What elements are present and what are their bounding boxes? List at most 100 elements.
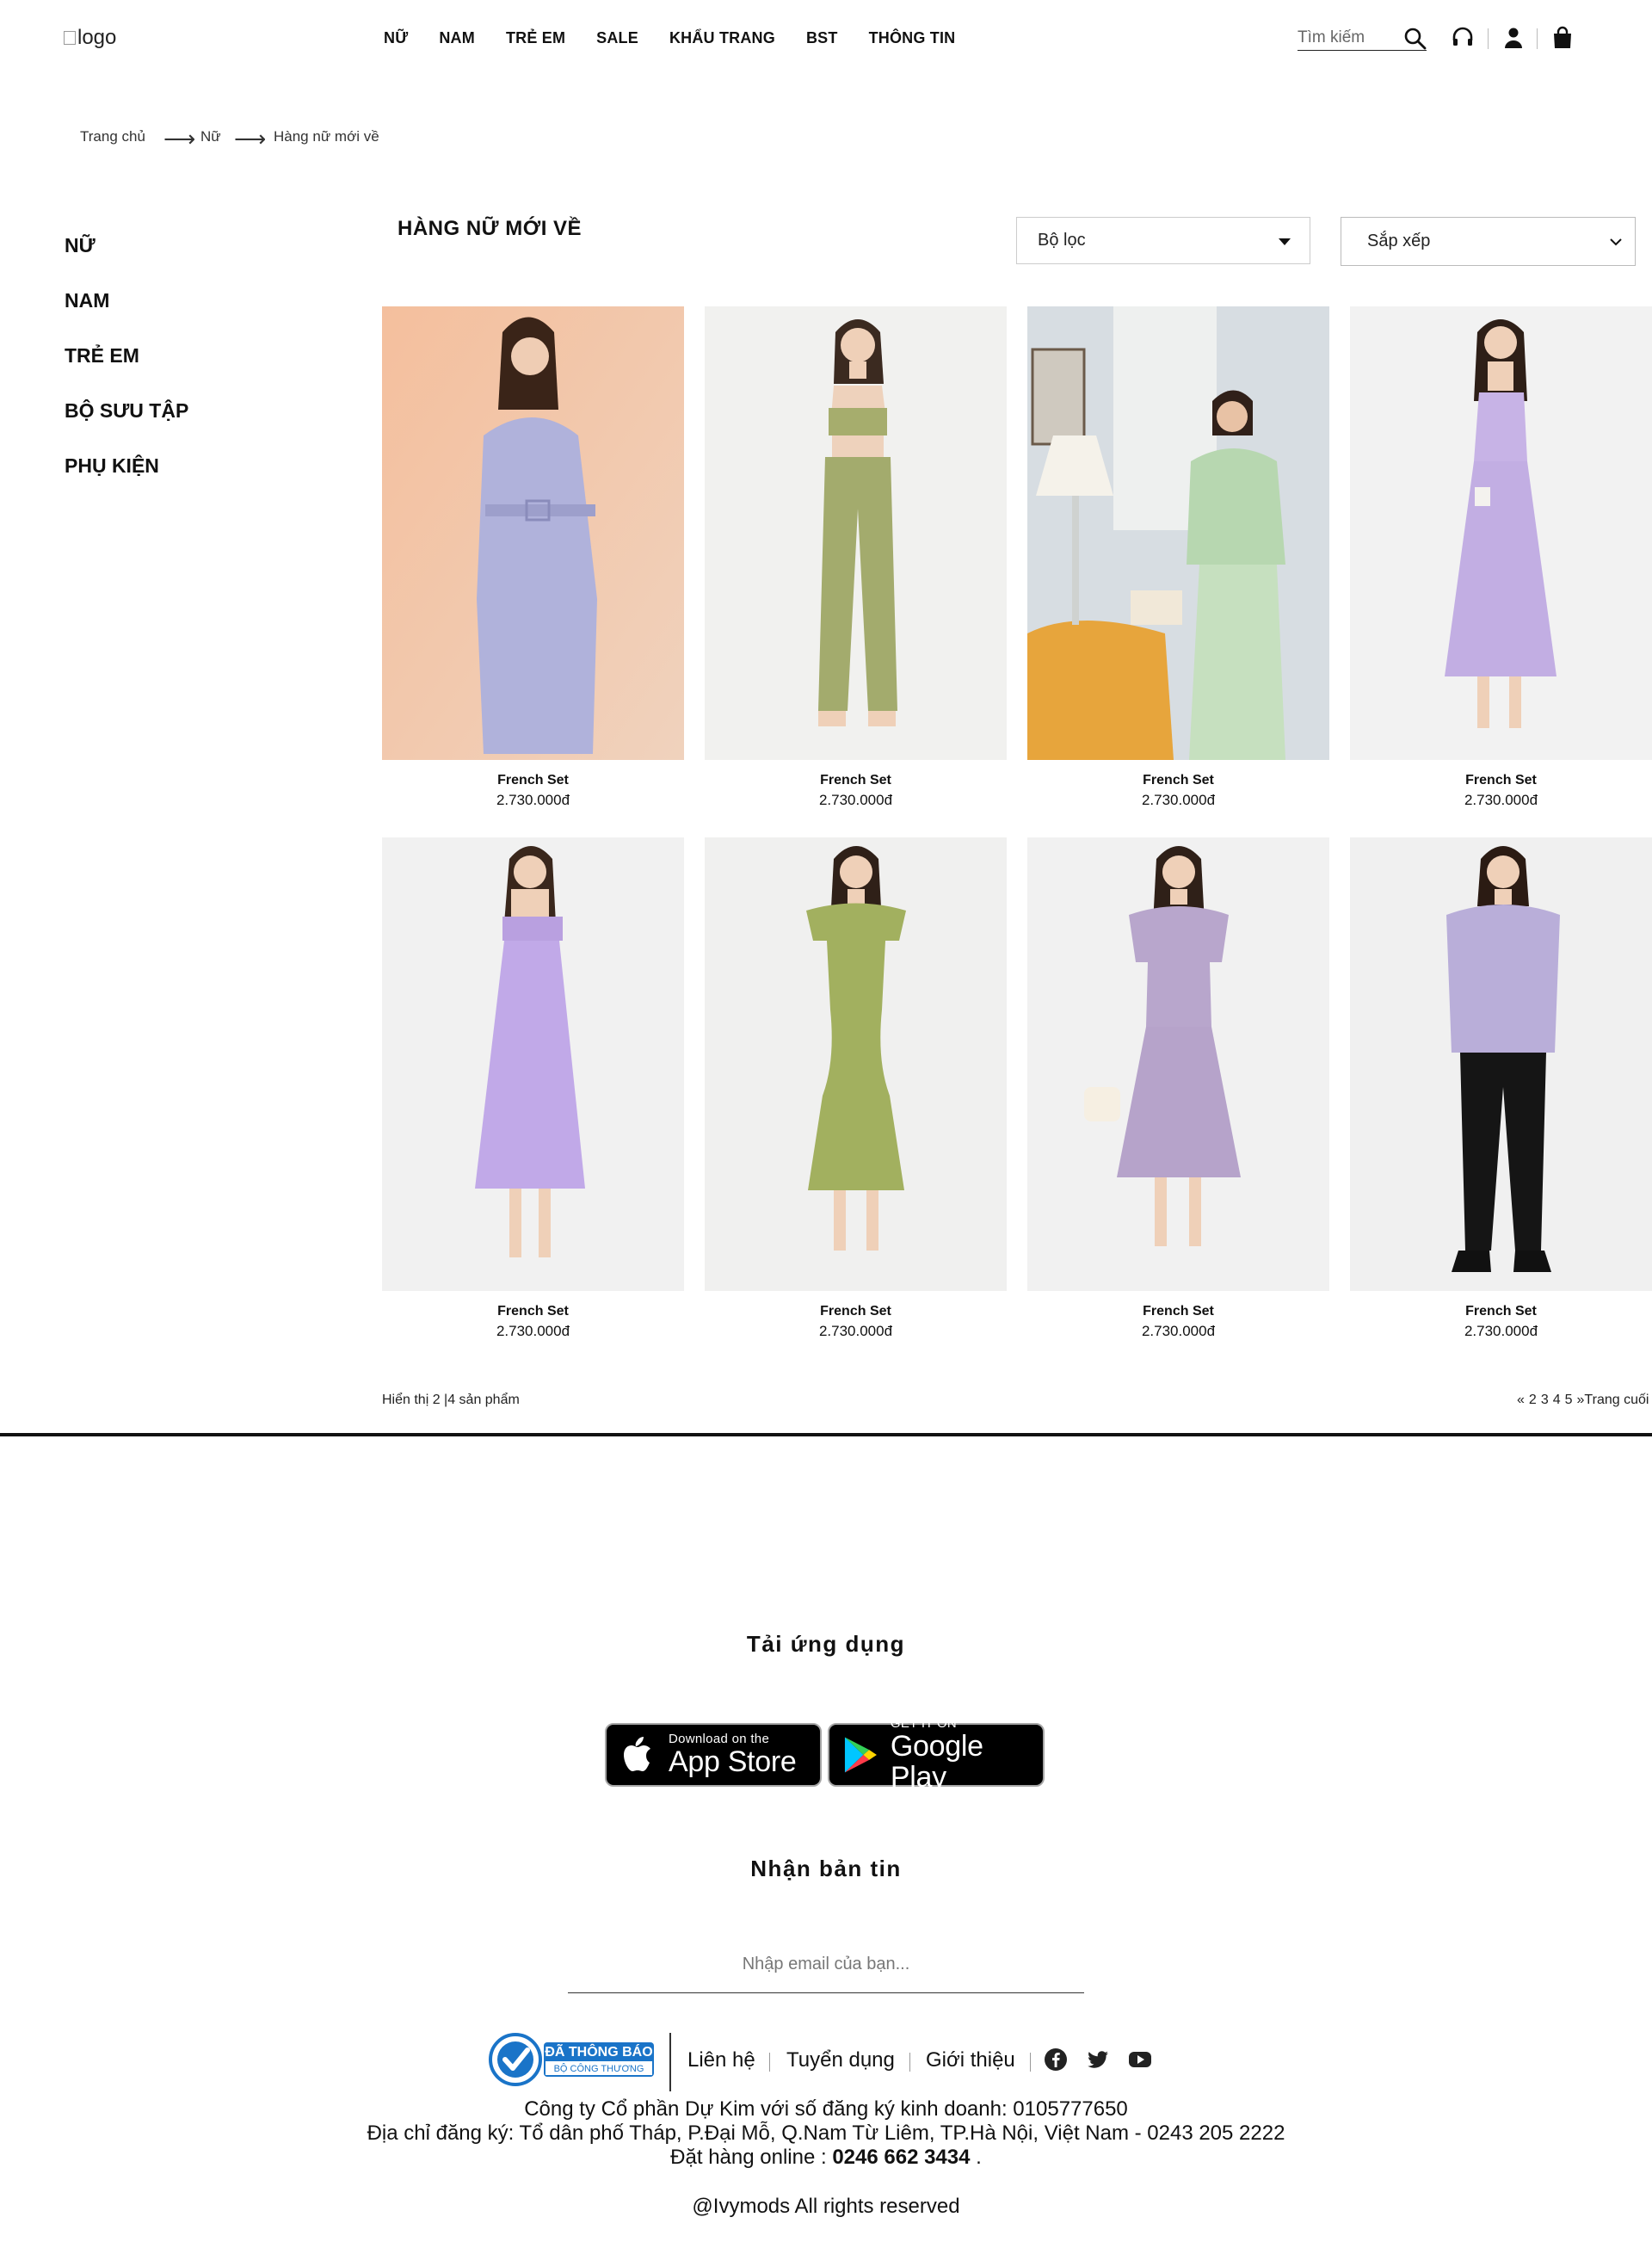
order-online-label: Đặt hàng online : bbox=[670, 2146, 833, 2169]
headphones-icon[interactable] bbox=[1449, 24, 1476, 52]
nav-bst[interactable]: BST bbox=[806, 29, 838, 47]
search-input[interactable] bbox=[1298, 28, 1401, 47]
product-name[interactable]: French Set bbox=[1027, 1304, 1329, 1319]
breadcrumb-current: Hàng nữ mới về bbox=[274, 128, 379, 145]
sidebar-item-nu[interactable]: NỮ bbox=[65, 234, 96, 257]
sidebar-item-phu-kien[interactable]: PHỤ KIỆN bbox=[65, 454, 159, 478]
filter-label: Bộ lọc bbox=[1038, 231, 1086, 250]
logo[interactable]: logo bbox=[64, 26, 116, 50]
product-image-lavender-shirt-dress[interactable] bbox=[382, 306, 684, 760]
pagination-prev[interactable]: « bbox=[1517, 1393, 1525, 1408]
product-image-olive-ruched-dress[interactable] bbox=[705, 837, 1007, 1291]
product-price: 2.730.000đ bbox=[496, 792, 570, 808]
sort-select[interactable]: Sắp xếp bbox=[1341, 217, 1636, 266]
product-image-mauve-tiered-dress[interactable] bbox=[1027, 837, 1329, 1291]
product-image-lilac-maxi-dress[interactable] bbox=[1350, 306, 1652, 760]
product-card[interactable]: French Set 2.730.000đ bbox=[705, 837, 1007, 1340]
google-play-big-text: Google Play bbox=[890, 1730, 983, 1794]
product-card[interactable]: French Set 2.730.000đ bbox=[1350, 306, 1652, 809]
newsletter-title: Nhận bản tin bbox=[750, 1856, 902, 1881]
sidebar-item-nam[interactable]: NAM bbox=[65, 289, 109, 312]
header-divider bbox=[1488, 28, 1489, 49]
product-price: 2.730.000đ bbox=[818, 792, 893, 808]
pagination-last[interactable]: »Trang cuối bbox=[1577, 1393, 1649, 1408]
pagination-page-4[interactable]: 4 bbox=[1553, 1393, 1561, 1408]
product-price: 2.730.000đ bbox=[1464, 792, 1538, 808]
pagination-page-2[interactable]: 2 bbox=[1529, 1393, 1537, 1408]
logo-alt-text: logo bbox=[77, 26, 117, 49]
page-title: HÀNG NỮ MỚI VỀ bbox=[398, 217, 583, 240]
product-name[interactable]: French Set bbox=[382, 1304, 684, 1319]
header-divider bbox=[1537, 28, 1538, 49]
sidebar-item-bo-suu-tap[interactable]: BỘ SƯU TẬP bbox=[65, 399, 188, 423]
search-box bbox=[1298, 26, 1427, 51]
main-nav: NỮ NAM TRẺ EM SALE KHẨU TRANG BST THÔNG … bbox=[384, 29, 986, 47]
breadcrumb-arrow: ⟶ bbox=[163, 126, 196, 151]
product-card[interactable]: French Set 2.730.000đ bbox=[705, 306, 1007, 809]
company-address: Địa chỉ đăng ký: Tổ dân phố Tháp, P.Đại … bbox=[367, 2122, 1285, 2145]
nav-nam[interactable]: NAM bbox=[439, 29, 475, 47]
product-image-green-crop-set[interactable] bbox=[705, 306, 1007, 760]
pagination: « 2 3 4 5 »Trang cuối bbox=[1517, 1393, 1649, 1408]
product-name[interactable]: French Set bbox=[1350, 773, 1652, 788]
results-count: Hiển thị 2 |4 sản phẩm bbox=[382, 1393, 520, 1407]
footer-link-contact[interactable]: Liên hệ bbox=[687, 2048, 755, 2072]
product-name[interactable]: French Set bbox=[1027, 773, 1329, 788]
product-card[interactable]: French Set 2.730.000đ bbox=[382, 306, 684, 809]
email-input[interactable] bbox=[583, 1954, 1069, 1975]
app-store-button[interactable]: Download on the App Store bbox=[605, 1723, 822, 1787]
sidebar-item-tre-em[interactable]: TRẺ EM bbox=[65, 344, 139, 367]
user-icon[interactable] bbox=[1500, 24, 1527, 52]
product-card[interactable]: French Set 2.730.000đ bbox=[1027, 306, 1329, 809]
filter-dropdown[interactable]: Bộ lọc bbox=[1016, 217, 1310, 264]
google-play-icon bbox=[844, 1737, 877, 1773]
app-store-big-text: App Store bbox=[669, 1745, 797, 1778]
nav-tre-em[interactable]: TRẺ EM bbox=[506, 29, 565, 47]
newsletter-form bbox=[568, 1936, 1084, 1993]
google-play-button[interactable]: GET IT ON Google Play bbox=[828, 1717, 1045, 1793]
breadcrumb-home[interactable]: Trang chủ bbox=[80, 128, 145, 145]
product-name[interactable]: French Set bbox=[382, 773, 684, 788]
order-online-suffix: . bbox=[970, 2146, 982, 2169]
pagination-page-3[interactable]: 3 bbox=[1541, 1393, 1549, 1408]
footer-link-separator bbox=[769, 2053, 770, 2072]
order-phone[interactable]: 0246 662 3434 bbox=[832, 2146, 970, 2169]
footer-link-about[interactable]: Giới thiệu bbox=[926, 2048, 1015, 2072]
facebook-icon[interactable] bbox=[1044, 2047, 1068, 2072]
product-image-lavender-shirt-black-pants[interactable] bbox=[1350, 837, 1652, 1291]
search-icon[interactable] bbox=[1402, 26, 1428, 52]
twitter-icon[interactable] bbox=[1086, 2047, 1110, 2072]
product-price: 2.730.000đ bbox=[1141, 1323, 1216, 1339]
product-card[interactable]: French Set 2.730.000đ bbox=[1350, 837, 1652, 1340]
nav-nu[interactable]: NỮ bbox=[384, 29, 408, 47]
pagination-page-5[interactable]: 5 bbox=[1565, 1393, 1573, 1408]
app-download-title: Tải ứng dụng bbox=[746, 1631, 906, 1657]
product-card[interactable]: French Set 2.730.000đ bbox=[382, 837, 684, 1340]
broken-image-icon bbox=[64, 31, 76, 45]
breadcrumb-nu[interactable]: Nữ bbox=[200, 128, 221, 145]
apple-icon bbox=[624, 1737, 650, 1771]
product-name[interactable]: French Set bbox=[1350, 1304, 1652, 1319]
product-card[interactable]: French Set 2.730.000đ bbox=[1027, 837, 1329, 1340]
product-price: 2.730.000đ bbox=[1464, 1323, 1538, 1339]
badge-line2: BỘ CÔNG THƯƠNG bbox=[553, 2064, 644, 2074]
footer-vertical-divider bbox=[669, 2033, 671, 2091]
copyright: @Ivymods All rights reserved bbox=[692, 2195, 960, 2218]
order-online-line: Đặt hàng online : 0246 662 3434 . bbox=[0, 2146, 1652, 2170]
google-play-small-text: GET IT ON bbox=[890, 1716, 958, 1731]
product-name[interactable]: French Set bbox=[705, 773, 1007, 788]
product-price: 2.730.000đ bbox=[496, 1323, 570, 1339]
product-price: 2.730.000đ bbox=[1141, 792, 1216, 808]
footer-link-careers[interactable]: Tuyển dụng bbox=[786, 2048, 895, 2072]
product-name[interactable]: French Set bbox=[705, 1304, 1007, 1319]
nav-thong-tin[interactable]: THÔNG TIN bbox=[869, 29, 956, 47]
youtube-icon[interactable] bbox=[1128, 2047, 1152, 2072]
sort-label: Sắp xếp bbox=[1367, 232, 1431, 250]
nav-khau-trang[interactable]: KHẨU TRANG bbox=[669, 29, 775, 47]
product-image-mint-blazer-set[interactable] bbox=[1027, 306, 1329, 760]
product-image-lilac-strap-dress[interactable] bbox=[382, 837, 684, 1291]
bo-cong-thuong-badge[interactable]: ĐÃ THÔNG BÁO BỘ CÔNG THƯƠNG bbox=[489, 2033, 657, 2086]
shopping-bag-icon[interactable] bbox=[1549, 24, 1576, 52]
nav-sale[interactable]: SALE bbox=[596, 29, 638, 47]
product-price: 2.730.000đ bbox=[818, 1323, 893, 1339]
